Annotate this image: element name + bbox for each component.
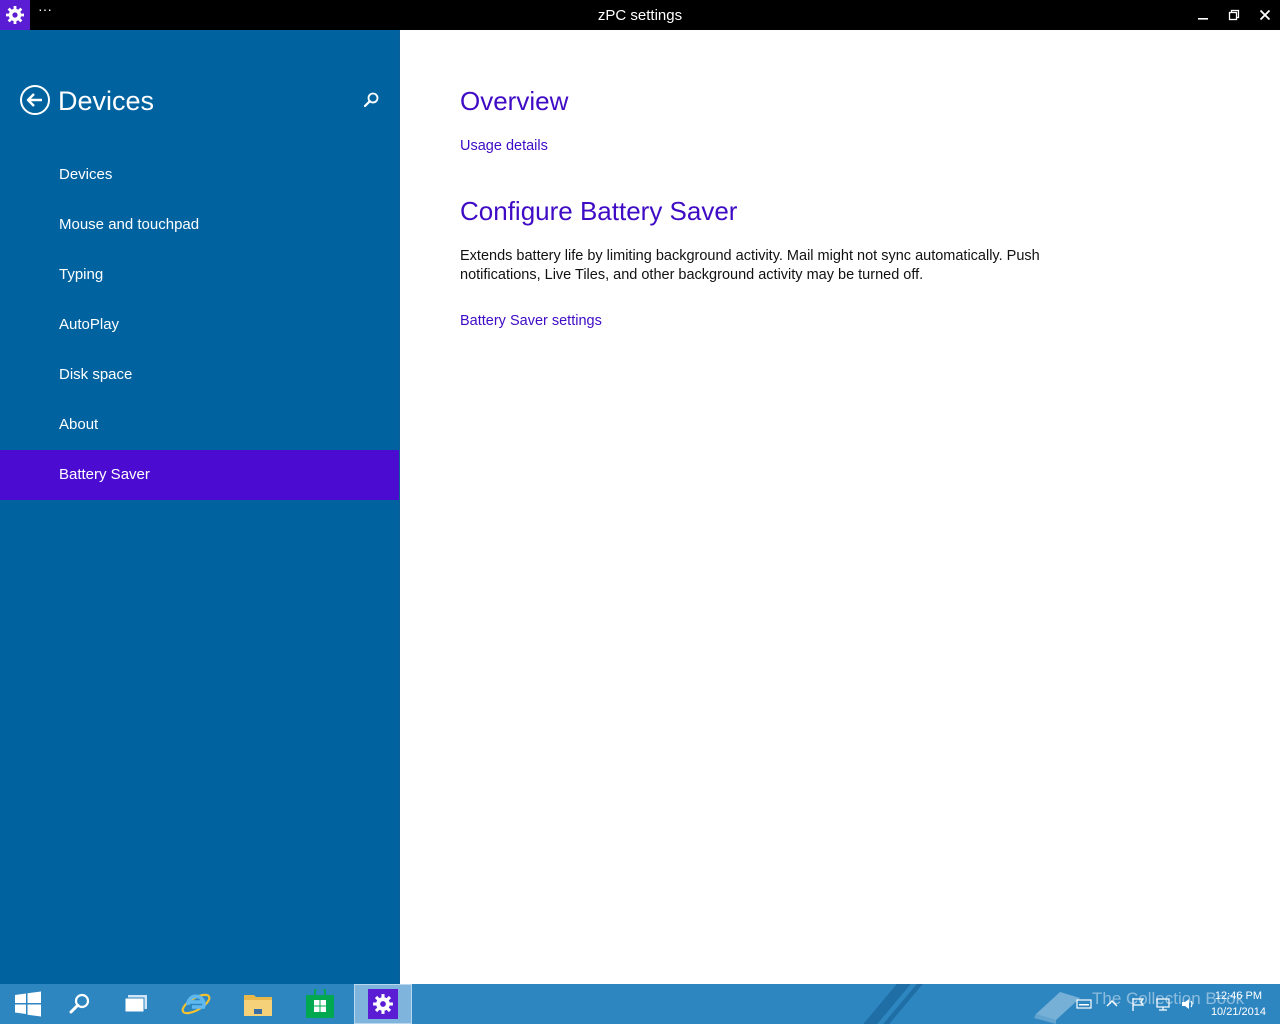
gear-icon bbox=[368, 989, 398, 1019]
gear-icon[interactable] bbox=[0, 0, 30, 30]
sidebar-item-autoplay[interactable]: AutoPlay bbox=[0, 300, 399, 350]
task-view-icon[interactable] bbox=[108, 984, 164, 1024]
sidebar-item-battery-saver[interactable]: Battery Saver bbox=[0, 450, 399, 500]
back-arrow-icon[interactable] bbox=[19, 84, 51, 116]
clock-date[interactable]: 10/21/2014 bbox=[1211, 1006, 1266, 1018]
battery-saver-settings-link[interactable]: Battery Saver settings bbox=[460, 312, 602, 330]
title-bar: ··· zPC settings bbox=[0, 0, 1280, 30]
store-icon[interactable] bbox=[292, 984, 348, 1024]
window-title: zPC settings bbox=[597, 7, 683, 24]
restore-icon[interactable] bbox=[1219, 0, 1249, 30]
sidebar: Devices Devices Mouse and touchpad Typin… bbox=[0, 30, 400, 984]
sidebar-item-about[interactable]: About bbox=[0, 400, 399, 450]
close-icon[interactable] bbox=[1250, 0, 1280, 30]
battery-saver-description: Extends battery life by limiting backgro… bbox=[460, 248, 1040, 283]
network-icon[interactable] bbox=[1155, 996, 1171, 1012]
search-icon[interactable] bbox=[361, 90, 381, 110]
minimize-icon[interactable] bbox=[1188, 0, 1218, 30]
sidebar-item-mouse-and-touchpad[interactable]: Mouse and touchpad bbox=[0, 200, 399, 250]
sidebar-item-devices[interactable]: Devices bbox=[0, 150, 399, 200]
clock-time[interactable]: 12:46 PM bbox=[1215, 990, 1262, 1002]
settings-icon[interactable] bbox=[354, 984, 412, 1024]
chevron-up-icon[interactable] bbox=[1104, 996, 1120, 1012]
file-explorer-icon[interactable] bbox=[230, 984, 286, 1024]
volume-icon[interactable] bbox=[1180, 996, 1196, 1012]
sidebar-item-typing[interactable]: Typing bbox=[0, 250, 399, 300]
usage-details-link[interactable]: Usage details bbox=[460, 137, 548, 155]
internet-explorer-icon[interactable] bbox=[168, 984, 224, 1024]
keyboard-icon[interactable] bbox=[1076, 996, 1092, 1012]
sidebar-item-disk-space[interactable]: Disk space bbox=[0, 350, 399, 400]
search-icon[interactable] bbox=[52, 984, 108, 1024]
configure-battery-saver-heading: Configure Battery Saver bbox=[460, 196, 738, 226]
main-content: Overview Usage details Configure Battery… bbox=[400, 30, 1280, 984]
flag-icon[interactable] bbox=[1130, 996, 1146, 1012]
app-menu-button[interactable]: ··· bbox=[34, 2, 56, 24]
settings-nav: Devices Mouse and touchpad Typing AutoPl… bbox=[0, 150, 399, 500]
taskbar: The Collection Book 12:46 PM 10/21/2014 bbox=[0, 984, 1280, 1024]
sidebar-title: Devices bbox=[58, 86, 155, 116]
start-icon[interactable] bbox=[0, 984, 56, 1024]
overview-heading: Overview bbox=[460, 86, 569, 116]
